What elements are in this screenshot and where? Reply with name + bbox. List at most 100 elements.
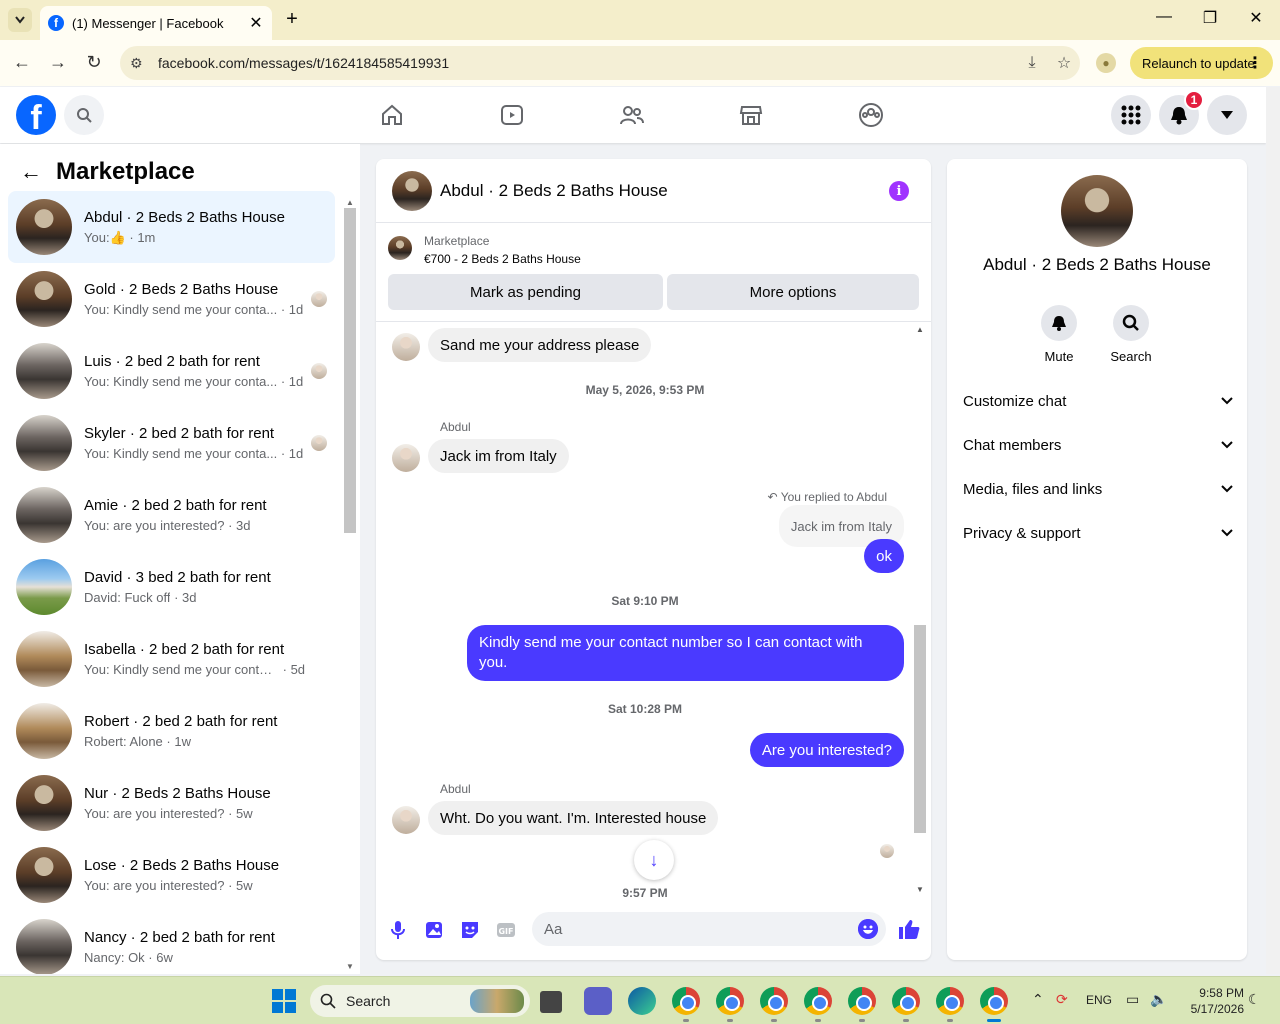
chrome-icon[interactable] [848, 987, 876, 1015]
sync-icon[interactable]: ⟳ [1056, 991, 1068, 1008]
browser-tab[interactable]: f (1) Messenger | Facebook ✕ [40, 6, 272, 40]
scroll-down-arrow-icon[interactable]: ▼ [916, 885, 924, 894]
conversation-row[interactable]: Gold · 2 Beds 2 Baths House You: Kindly s… [8, 263, 335, 335]
photo-icon[interactable] [424, 920, 444, 940]
chat-title[interactable]: Abdul · 2 Beds 2 Baths House [440, 181, 668, 201]
network-icon[interactable]: ▭ [1126, 991, 1139, 1008]
settings-section-row[interactable]: Media, files and links [963, 471, 1233, 507]
clock[interactable]: 9:58 PM 5/17/2026 [1180, 985, 1244, 1017]
scroll-down-arrow-icon[interactable]: ▼ [346, 962, 354, 971]
microphone-icon[interactable] [388, 920, 408, 940]
taskbar-search[interactable]: Search [310, 985, 530, 1017]
chrome-icon[interactable] [980, 987, 1008, 1015]
conversation-row[interactable]: Luis · 2 bed 2 bath for rent You: Kindly … [8, 335, 335, 407]
language-indicator[interactable]: ENG [1086, 993, 1112, 1007]
scroll-to-bottom-button[interactable]: ↓ [634, 840, 674, 880]
bell-icon [1052, 316, 1066, 331]
listing-price[interactable]: €700 - 2 Beds 2 Baths House [424, 252, 581, 266]
chrome-icon[interactable] [804, 987, 832, 1015]
conversation-row[interactable]: Nancy · 2 bed 2 bath for rent Nancy: Ok ·… [8, 911, 335, 974]
back-icon[interactable]: ← [10, 52, 34, 73]
preview-time: 1d [288, 374, 304, 389]
facebook-search-button[interactable] [64, 95, 104, 135]
tray-expand-icon[interactable]: ⌃ [1032, 991, 1044, 1008]
profile-avatar-icon[interactable]: ● [1096, 53, 1116, 73]
conversation-row[interactable]: Amie · 2 bed 2 bath for rent You: are you… [8, 479, 335, 551]
settings-section-row[interactable]: Privacy & support [963, 515, 1233, 551]
install-app-icon[interactable]: ⤓ [1016, 54, 1048, 72]
conversation-row[interactable]: Isabella · 2 bed 2 bath for rent You: Kin… [8, 623, 335, 695]
chrome-icon[interactable] [892, 987, 920, 1015]
scroll-up-arrow-icon[interactable]: ▲ [916, 325, 924, 334]
forward-icon[interactable]: → [46, 52, 70, 73]
sender-avatar[interactable] [392, 444, 420, 472]
thread-scrollbar[interactable] [914, 625, 926, 833]
sender-avatar[interactable] [392, 333, 420, 361]
search-in-chat-button[interactable]: Search [1096, 305, 1166, 364]
conversation-row[interactable]: Abdul · 2 Beds 2 Baths House You: 👍 · 1m [8, 191, 335, 263]
reload-icon[interactable]: ↻ [82, 52, 106, 73]
groups-icon[interactable] [857, 101, 885, 129]
listing-thumbnail[interactable] [388, 236, 412, 260]
sender-avatar[interactable] [392, 806, 420, 834]
home-icon[interactable] [378, 101, 406, 129]
task-view-icon[interactable] [540, 991, 562, 1013]
teams-icon[interactable] [584, 987, 612, 1015]
relaunch-button[interactable]: Relaunch to update ⋮ [1130, 47, 1273, 79]
account-menu-button[interactable] [1207, 95, 1247, 135]
sidebar-scrollbar[interactable] [344, 208, 356, 533]
volume-icon[interactable]: 🔈 [1150, 991, 1167, 1008]
running-indicator [771, 1019, 777, 1022]
settings-section-row[interactable]: Customize chat [963, 383, 1233, 419]
close-tab-icon[interactable]: ✕ [248, 13, 264, 33]
friends-icon[interactable] [618, 101, 646, 129]
site-info-icon[interactable]: ⚙ [130, 55, 154, 72]
page-scrollbar[interactable] [1266, 87, 1280, 974]
windows-start-icon[interactable] [272, 989, 296, 1013]
mark-as-pending-button[interactable]: Mark as pending [388, 274, 663, 310]
chat-panel: Abdul · 2 Beds 2 Baths House i Marketpla… [376, 159, 931, 960]
conversation-row[interactable]: Nur · 2 Beds 2 Baths House You: are you i… [8, 767, 335, 839]
settings-section-row[interactable]: Chat members [963, 427, 1233, 463]
conversation-row[interactable]: Robert · 2 bed 2 bath for rent Robert: Al… [8, 695, 335, 767]
restore-icon[interactable]: ❐ [1200, 8, 1220, 28]
preview-separator: · [162, 734, 175, 749]
close-window-icon[interactable]: ✕ [1246, 8, 1266, 28]
conversation-row[interactable]: David · 3 bed 2 bath for rent David: Fuck… [8, 551, 335, 623]
new-tab-button[interactable]: + [282, 8, 302, 31]
notification-center-icon[interactable]: ☾ [1248, 991, 1261, 1008]
conversation-row[interactable]: Lose · 2 Beds 2 Baths House You: are you … [8, 839, 335, 911]
marketplace-icon[interactable] [737, 101, 765, 129]
chrome-icon[interactable] [716, 987, 744, 1015]
tab-search-button[interactable] [8, 8, 32, 32]
minimize-icon[interactable]: — [1154, 8, 1174, 26]
info-icon[interactable]: i [889, 181, 909, 201]
chrome-icon[interactable] [936, 987, 964, 1015]
more-options-button[interactable]: More options [667, 274, 919, 310]
search-icon [77, 108, 92, 123]
message-input[interactable]: Aa [532, 912, 886, 946]
mute-button[interactable]: Mute [1024, 305, 1094, 364]
bookmark-star-icon[interactable]: ☆ [1048, 53, 1080, 73]
url-text: facebook.com/messages/t/1624184585419931 [158, 55, 450, 71]
edge-icon[interactable] [628, 987, 656, 1015]
preview-time: 1w [174, 734, 191, 749]
gif-icon[interactable]: GIF [496, 920, 516, 940]
more-menu-icon[interactable]: ⋮ [1247, 53, 1263, 73]
sticker-icon[interactable] [460, 920, 480, 940]
chat-avatar[interactable] [392, 170, 432, 211]
like-thumb-icon[interactable] [898, 918, 920, 940]
facebook-logo-icon[interactable]: f [16, 95, 56, 135]
emoji-icon[interactable] [858, 919, 878, 939]
chrome-icon[interactable] [672, 987, 700, 1015]
chrome-icon[interactable] [760, 987, 788, 1015]
menu-grid-button[interactable] [1111, 95, 1151, 135]
preview-separator: · [279, 662, 291, 677]
conversation-preview: You: 👍 · 1m [84, 230, 335, 246]
video-icon[interactable] [498, 101, 526, 129]
scroll-up-arrow-icon[interactable]: ▲ [346, 198, 354, 207]
conversation-row[interactable]: Skyler · 2 bed 2 bath for rent You: Kindl… [8, 407, 335, 479]
address-bar[interactable]: ⚙ facebook.com/messages/t/16241845854199… [120, 46, 1080, 80]
profile-avatar[interactable] [1061, 175, 1133, 247]
back-arrow-icon[interactable]: ← [20, 159, 42, 185]
